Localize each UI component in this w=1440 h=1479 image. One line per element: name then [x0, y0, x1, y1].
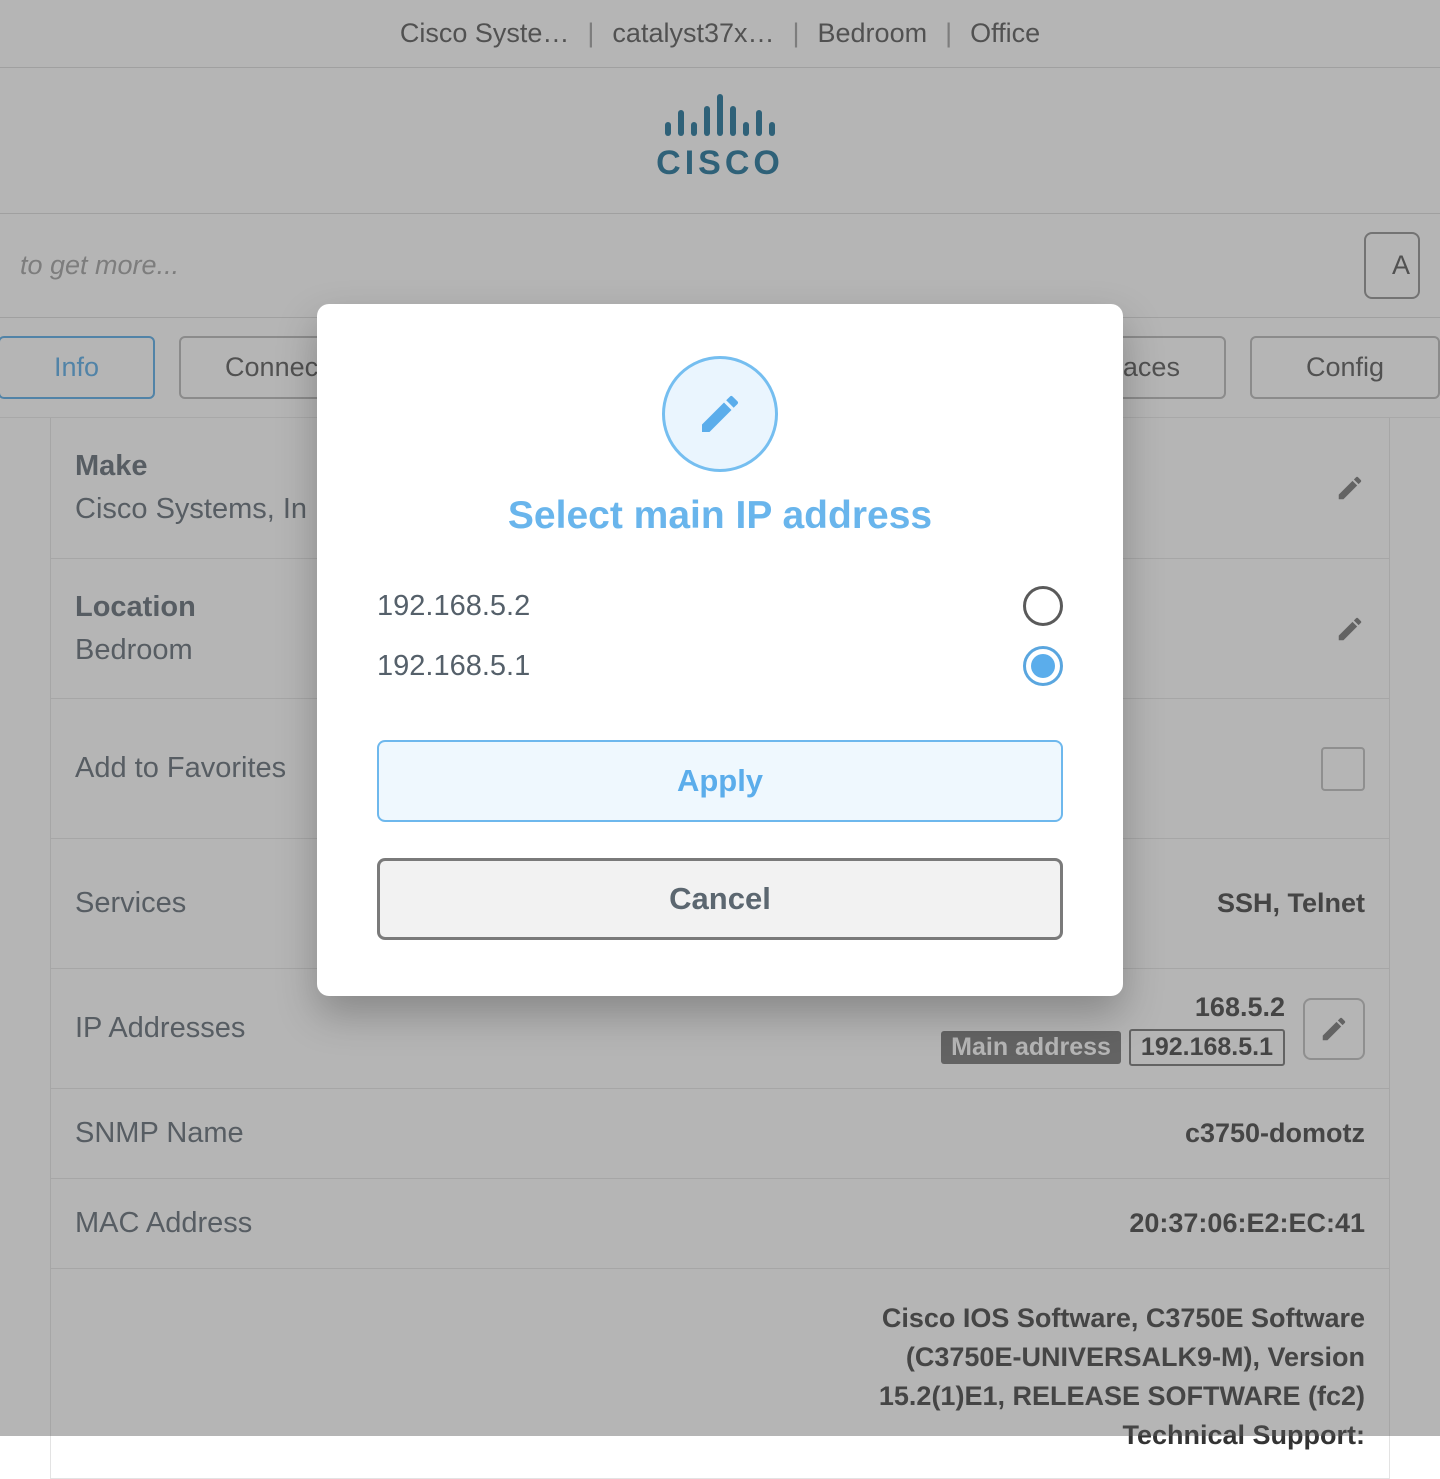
pencil-icon: [696, 390, 744, 438]
ip-option-label: 192.168.5.2: [377, 590, 530, 623]
ip-option-label: 192.168.5.1: [377, 650, 530, 683]
apply-button[interactable]: Apply: [377, 740, 1063, 822]
cancel-button[interactable]: Cancel: [377, 858, 1063, 940]
modal-overlay: Select main IP address 192.168.5.2 192.1…: [0, 0, 1440, 1436]
radio-selected[interactable]: [1023, 646, 1063, 686]
modal-title: Select main IP address: [377, 494, 1063, 538]
ip-option-1[interactable]: 192.168.5.1: [377, 636, 1063, 696]
ip-option-0[interactable]: 192.168.5.2: [377, 576, 1063, 636]
modal-header-icon: [662, 356, 778, 472]
select-ip-modal: Select main IP address 192.168.5.2 192.1…: [317, 304, 1123, 996]
radio-dot-icon: [1031, 654, 1055, 678]
radio-unselected[interactable]: [1023, 586, 1063, 626]
